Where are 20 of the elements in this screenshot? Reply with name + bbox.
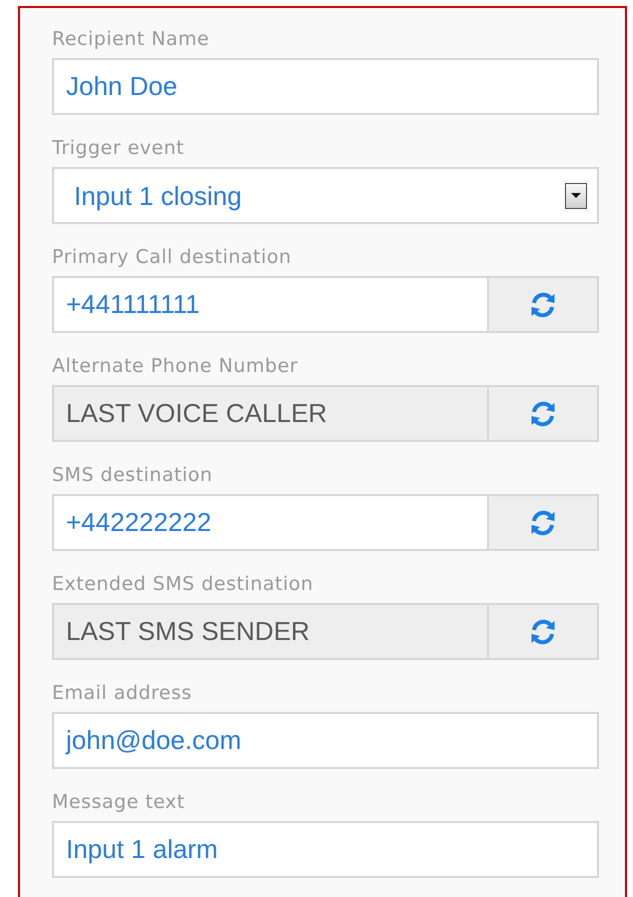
field-label: Recipient Name — [52, 28, 210, 50]
refresh-button[interactable] — [489, 276, 599, 333]
field-label: Trigger event — [52, 137, 184, 159]
refresh-button[interactable] — [489, 494, 599, 551]
phone-field[interactable]: +441111111 — [52, 276, 489, 333]
field-label: Extended SMS destination — [52, 573, 314, 595]
input-field[interactable]: John Doe — [52, 58, 599, 115]
field-label: SMS destination — [52, 464, 213, 486]
field-label: Alternate Phone Number — [52, 355, 298, 377]
refresh-button[interactable] — [489, 385, 599, 442]
refresh-button[interactable] — [489, 603, 599, 660]
input-field[interactable]: john@doe.com — [52, 712, 599, 769]
input-field[interactable]: Input 1 alarm — [52, 821, 599, 878]
dropdown-field[interactable]: Input 1 closing — [52, 167, 599, 224]
dropdown-caret-icon[interactable] — [565, 182, 587, 208]
dropdown-value: Input 1 closing — [74, 182, 242, 208]
field-label: Message text — [52, 791, 185, 813]
field-label: Primary Call destination — [52, 246, 292, 268]
phone-field[interactable]: +442222222 — [52, 494, 489, 551]
field-label: Email address — [52, 682, 192, 704]
